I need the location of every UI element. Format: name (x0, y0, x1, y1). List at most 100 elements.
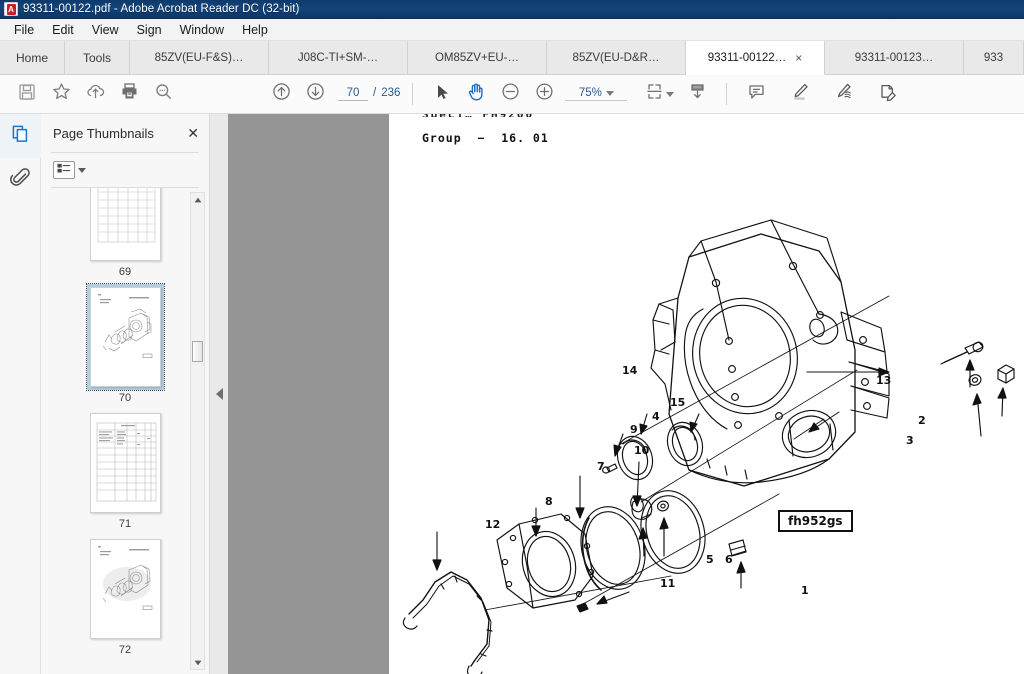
document-gutter (228, 114, 389, 674)
chevron-left-icon (215, 388, 223, 400)
tab-label: 85ZV(EU-F&S)… (154, 51, 244, 64)
menu-edit[interactable]: Edit (43, 22, 83, 38)
next-page-button[interactable] (298, 77, 332, 111)
add-to-favorites-button[interactable] (44, 77, 78, 111)
page-thumbnails-icon (10, 123, 32, 150)
print-button[interactable] (112, 77, 146, 111)
tab-home[interactable]: Home (0, 41, 65, 74)
thumbnails-scrollbar[interactable] (190, 192, 205, 670)
callout-13: 13 (876, 374, 892, 387)
exploded-parts-diagram (402, 219, 1015, 674)
thumbnail-preview (89, 188, 161, 261)
close-tab-icon[interactable]: × (795, 52, 802, 64)
request-signatures-button[interactable] (871, 77, 905, 111)
plus-circle-icon (534, 81, 555, 107)
tab-document-0[interactable]: 85ZV(EU-F&S)… (130, 41, 269, 74)
tab-document-3[interactable]: 85ZV(EU-D&R… (547, 41, 686, 74)
sidebar-item-attachments[interactable] (0, 158, 41, 202)
zoom-level-value: 75% (578, 87, 602, 99)
menu-help[interactable]: Help (233, 22, 277, 38)
window-titlebar: 93311-00122.pdf - Adobe Acrobat Reader D… (0, 0, 1024, 19)
zoom-in-button[interactable] (527, 77, 561, 111)
find-text-button[interactable] (146, 77, 180, 111)
tab-document-5[interactable]: 93311-00123… (825, 41, 964, 74)
thumbnail-page-label: 71 (118, 518, 132, 530)
scroll-up-arrow-icon[interactable] (191, 193, 204, 206)
document-sign-icon (877, 81, 899, 108)
figure-id-label: fh952gs (778, 510, 853, 532)
minus-circle-icon (500, 81, 521, 107)
list-options-icon (57, 161, 71, 179)
tab-label: 93311-00122… (707, 51, 787, 64)
signature-pen-icon (833, 81, 855, 108)
close-panel-icon[interactable]: ✕ (187, 126, 199, 140)
save-icon (17, 82, 37, 107)
page-display-mode-button[interactable] (680, 77, 714, 111)
callout-4: 4 (652, 410, 660, 423)
scrollbar-thumb[interactable] (192, 341, 203, 362)
page-separator: / (373, 87, 377, 99)
callout-7: 7 (597, 460, 605, 473)
thumbnail-frame (87, 410, 164, 516)
highlighter-pen-icon (789, 81, 811, 108)
tab-label: 933 (983, 51, 1004, 64)
menu-file[interactable]: File (5, 22, 43, 38)
document-viewer[interactable]: Spéci… FH9200 Group − 16. 01 (228, 114, 1024, 674)
select-tool-button[interactable] (425, 77, 459, 111)
fit-page-icon (644, 81, 665, 107)
menu-view[interactable]: View (83, 22, 128, 38)
fill-and-sign-button[interactable] (827, 77, 861, 111)
page-thumbnails-panel: Page Thumbnails ✕ 69 70 71 72 (41, 114, 210, 674)
save-file-button[interactable] (10, 77, 44, 111)
highlight-text-button[interactable] (783, 77, 817, 111)
callout-1: 1 (801, 584, 809, 597)
collapse-sidebar-button[interactable] (210, 114, 228, 674)
tab-tools[interactable]: Tools (65, 41, 130, 74)
fit-page-chevron-down-icon[interactable] (666, 91, 675, 97)
page-number-input[interactable] (338, 87, 368, 101)
tab-document-2[interactable]: OM85ZV+EU-… (408, 41, 547, 74)
add-comment-button[interactable] (739, 77, 773, 111)
thumbnail-frame (87, 188, 164, 264)
zoom-out-button[interactable] (493, 77, 527, 111)
thumbnail-page-72[interactable]: 72 (60, 536, 190, 656)
window-title: 93311-00122.pdf - Adobe Acrobat Reader D… (23, 3, 300, 15)
thumbnail-options-chevron-down-icon[interactable] (78, 167, 86, 173)
menu-sign[interactable]: Sign (128, 22, 171, 38)
upload-cloud-icon (85, 81, 106, 107)
print-icon (119, 81, 140, 107)
sidebar-item-page-thumbnails[interactable] (0, 114, 41, 158)
scroll-down-arrow-icon[interactable] (191, 656, 204, 669)
thumbnail-page-70[interactable]: 70 (60, 283, 190, 404)
callout-12: 12 (485, 518, 501, 531)
tab-document-1[interactable]: J08C-TI+SM-… (269, 41, 408, 74)
thumbnail-page-71[interactable]: 71 (60, 410, 190, 530)
thumbnail-page-label: 70 (118, 392, 132, 404)
menu-window[interactable]: Window (171, 22, 233, 38)
hand-tool-button[interactable] (459, 77, 493, 111)
menubar: File Edit View Sign Window Help (0, 19, 1024, 41)
thumbnail-page-69[interactable]: 69 (60, 188, 190, 278)
callout-6: 6 (725, 553, 733, 566)
comment-bubble-icon (746, 81, 767, 107)
thumbnail-page-label: 72 (118, 644, 132, 656)
chevron-down-icon[interactable] (605, 90, 614, 96)
previous-page-button[interactable] (264, 77, 298, 111)
tab-label: OM85ZV+EU-… (434, 51, 520, 64)
upload-to-cloud-button[interactable] (78, 77, 112, 111)
tab-document-6[interactable]: 933 (964, 41, 1024, 74)
panel-title: Page Thumbnails (53, 125, 154, 141)
callout-5: 5 (706, 553, 714, 566)
page-total-count: 236 (381, 87, 401, 99)
page-navigation: / 236 (338, 87, 400, 101)
tab-document-4-active[interactable]: 93311-00122… × (686, 41, 825, 75)
thumbnail-options-button[interactable] (53, 161, 75, 179)
thumbnails-list[interactable]: 69 70 71 72 (41, 188, 209, 674)
callout-9: 9 (630, 423, 638, 436)
zoom-level-control[interactable]: 75% (565, 87, 628, 101)
scroll-down-page-icon (687, 81, 708, 107)
document-tabbar: Home Tools 85ZV(EU-F&S)… J08C-TI+SM-… OM… (0, 41, 1024, 75)
thumbnail-page-label: 69 (118, 266, 132, 278)
thumbnail-preview (89, 413, 161, 513)
thumbnails-panel-header: Page Thumbnails ✕ (41, 114, 209, 152)
